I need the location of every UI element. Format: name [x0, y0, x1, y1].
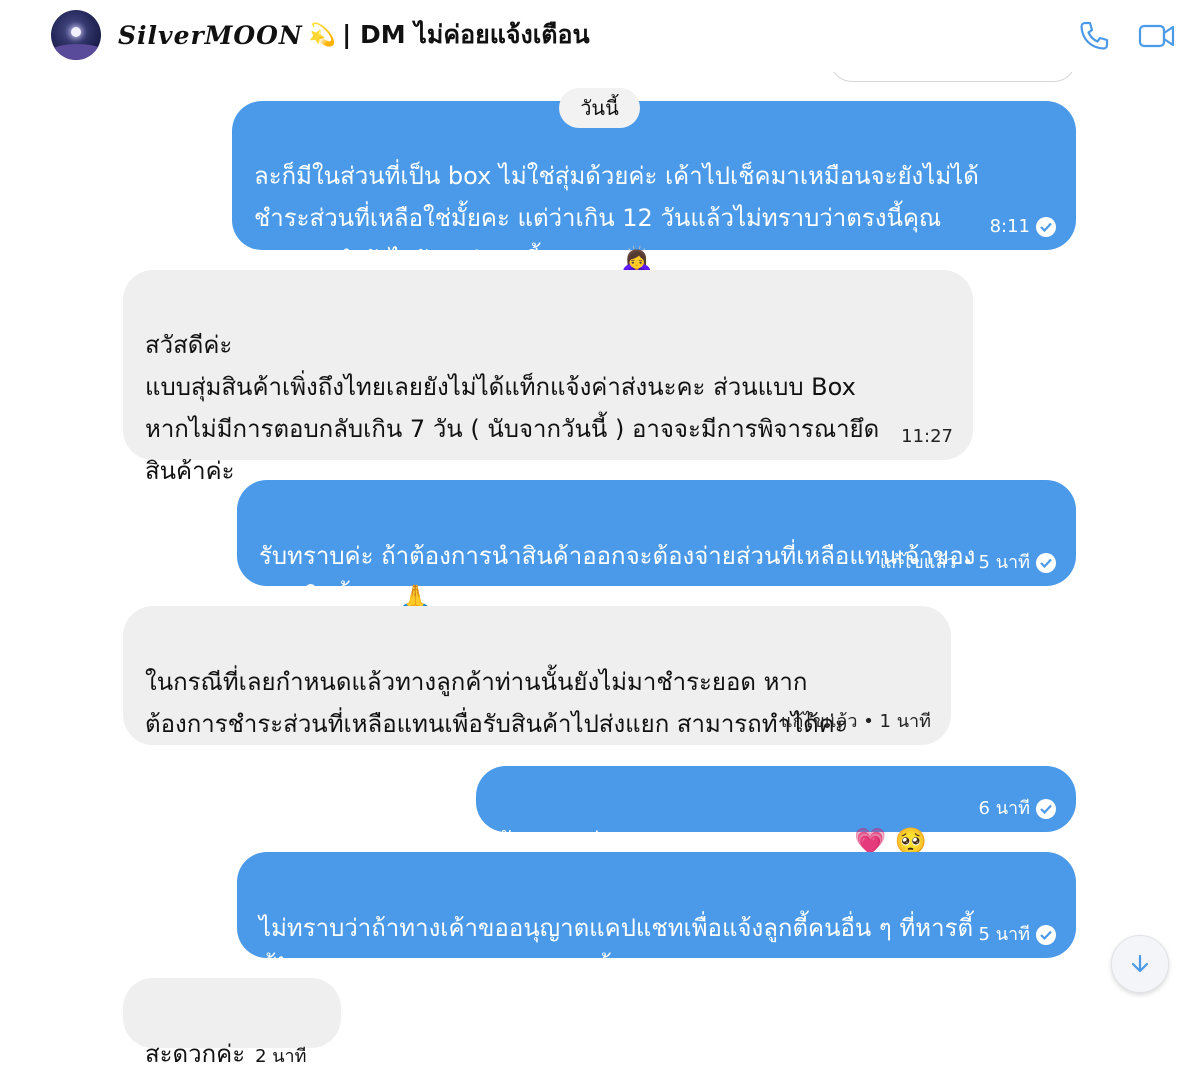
chat-thread: วันนี้ ละก็มีในส่วนที่เป็น box ไม่ใช่สุ่…: [0, 0, 1200, 1068]
call-button[interactable]: [1074, 16, 1114, 56]
read-check-icon: [1036, 217, 1056, 237]
brand-name: SilverMOON: [118, 20, 303, 50]
message-time: 5 นาที: [978, 924, 1030, 945]
message-text: ไม่ทราบว่าถ้าทางเค้าขออนุญาตแคปแชทเพื่อแ…: [259, 914, 974, 984]
phone-icon: [1080, 21, 1109, 50]
message-time: 2 นาที: [255, 1046, 307, 1067]
message-time: แก้ไขแล้ว • 1 นาที: [780, 711, 931, 732]
message-bubble-outgoing[interactable]: ไม่ทราบว่าถ้าทางเค้าขออนุญาตแคปแชทเพื่อแ…: [237, 852, 1076, 984]
read-check-icon: [1036, 553, 1056, 573]
message-bubble-incoming[interactable]: ในกรณีที่เลยกำหนดแล้วทางลูกค้าท่านนั้นยั…: [123, 606, 951, 745]
message-time: 8:11: [989, 216, 1030, 237]
avatar[interactable]: [51, 10, 101, 60]
message-bubble-outgoing[interactable]: รับทราบค่ะ ถ้าต้องการนำสินค้าออกจะต้องจ่…: [237, 480, 1076, 612]
message-bubble-outgoing[interactable]: ละก็มีในส่วนที่เป็น box ไม่ใช่สุ่มด้วยค่…: [232, 101, 1076, 274]
message-bubble-incoming[interactable]: สะดวกค่ะ 2 นาที: [123, 978, 341, 1068]
message-text: ละก็มีในส่วนที่เป็น box ไม่ใช่สุ่มด้วยค่…: [254, 162, 979, 274]
dizzy-emoji: 💫: [308, 22, 337, 48]
message-bubble-outgoing[interactable]: รับทราบค่ะขอบคุณนะคะคุณชวม. 💗 🥺 6 นาที: [476, 766, 1076, 855]
message-time: แก้ไขแล้ว • 5 นาที: [879, 552, 1030, 573]
scroll-to-bottom-button[interactable]: [1111, 935, 1169, 993]
message-time: 6 นาที: [978, 798, 1030, 819]
message-text: ในกรณีที่เลยกำหนดแล้วทางลูกค้าท่านนั้นยั…: [145, 668, 848, 738]
date-separator: วันนี้: [559, 88, 640, 128]
chat-subtitle: | DM ไม่ค่อยแจ้งเตือน: [342, 20, 590, 49]
message-time: 11:27: [901, 426, 953, 447]
video-call-button[interactable]: [1137, 16, 1177, 56]
chat-header: SilverMOON 💫 | DM ไม่ค่อยแจ้งเตือน: [0, 0, 1200, 72]
message-bubble-incoming[interactable]: สวัสดีค่ะ แบบสุ่มสินค้าเพิ่งถึงไทยเลยยัง…: [123, 270, 973, 485]
read-check-icon: [1036, 799, 1056, 819]
message-text: รับทราบค่ะขอบคุณนะคะคุณชวม.: [498, 827, 855, 855]
video-icon: [1138, 24, 1175, 48]
chat-title: SilverMOON 💫 | DM ไม่ค่อยแจ้งเตือน: [118, 17, 590, 53]
arrow-down-icon: [1131, 954, 1149, 973]
message-text: สวัสดีค่ะ แบบสุ่มสินค้าเพิ่งถึงไทยเลยยัง…: [145, 331, 880, 485]
read-check-icon: [1036, 925, 1056, 945]
message-text: รับทราบค่ะ ถ้าต้องการนำสินค้าออกจะต้องจ่…: [259, 542, 976, 612]
message-text: สะดวกค่ะ: [145, 1040, 246, 1068]
